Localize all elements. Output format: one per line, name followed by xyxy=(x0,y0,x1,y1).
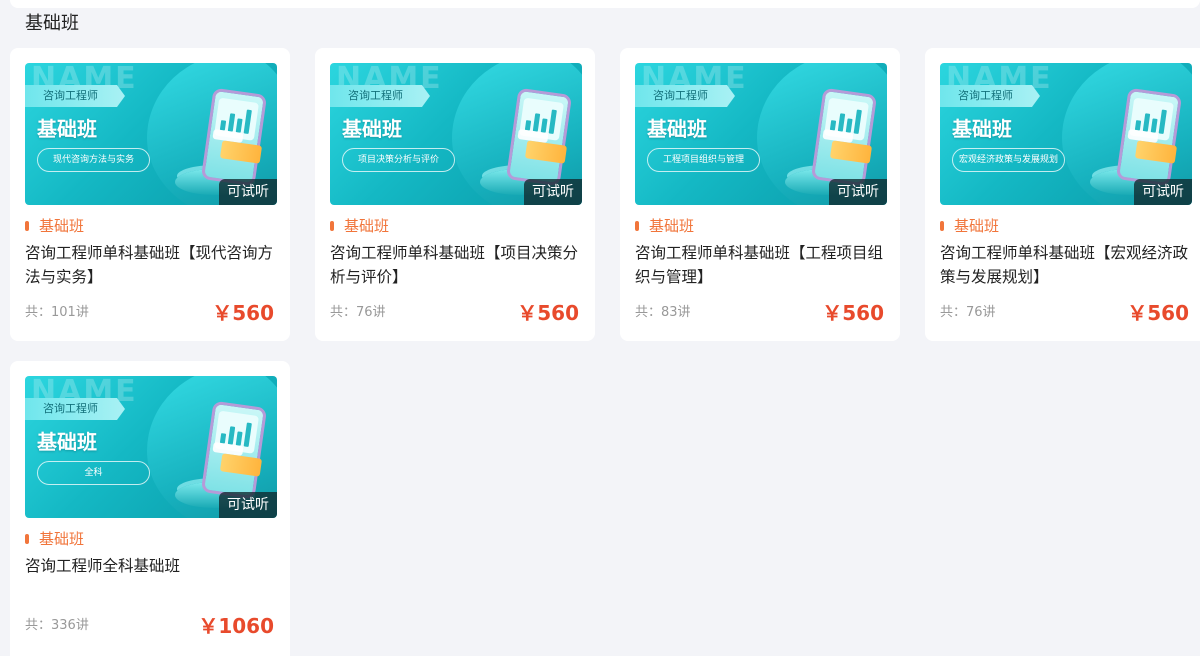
illustration-bar xyxy=(540,118,548,133)
illustration-bar xyxy=(837,113,846,132)
illustration-bar xyxy=(1150,118,1158,133)
thumbnail-ribbon: 咨询工程师 xyxy=(25,85,125,107)
lesson-count: 共：76讲 xyxy=(330,305,386,320)
lesson-count: 共：83讲 xyxy=(635,305,691,320)
thumbnail-subject-pill: 工程项目组织与管理 xyxy=(647,148,760,172)
thumbnail-heading: 基础班 xyxy=(37,117,97,141)
course-price: ￥560 xyxy=(517,301,579,325)
course-category-tag: 基础班 xyxy=(25,216,84,236)
course-price: ￥560 xyxy=(212,301,274,325)
tag-label: 基础班 xyxy=(39,217,85,235)
course-title[interactable]: 咨询工程师单科基础班【工程项目组织与管理】 xyxy=(635,241,891,289)
course-category-tag: 基础班 xyxy=(940,216,999,236)
thumbnail-ribbon: 咨询工程师 xyxy=(330,85,430,107)
course-thumbnail[interactable]: NAME 咨询工程师 基础班 项目决策分析与评价 可试听 xyxy=(330,63,582,205)
course-thumbnail[interactable]: NAME 咨询工程师 基础班 宏观经济政策与发展规划 可试听 xyxy=(940,63,1192,205)
course-thumbnail[interactable]: NAME 咨询工程师 基础班 全科 可试听 xyxy=(25,376,277,518)
tag-label: 基础班 xyxy=(344,217,390,235)
course-card[interactable]: NAME 咨询工程师 基础班 项目决策分析与评价 可试听 基础班 咨询工程师单科… xyxy=(315,48,595,341)
course-card[interactable]: NAME 咨询工程师 基础班 全科 可试听 基础班 咨询工程师全科基础班 共：3… xyxy=(10,361,290,656)
section-title: 基础班 xyxy=(25,13,79,34)
course-category-tag: 基础班 xyxy=(635,216,694,236)
tag-label: 基础班 xyxy=(954,217,1000,235)
thumbnail-heading: 基础班 xyxy=(952,117,1012,141)
course-title[interactable]: 咨询工程师单科基础班【项目决策分析与评价】 xyxy=(330,241,586,289)
lesson-count: 共：101讲 xyxy=(25,305,89,320)
illustration-bar xyxy=(235,431,243,446)
top-panel-edge xyxy=(10,0,1200,8)
tag-dot xyxy=(635,221,639,231)
illustration-bar xyxy=(243,109,252,134)
trial-badge: 可试听 xyxy=(524,179,582,205)
thumbnail-ribbon: 咨询工程师 xyxy=(25,398,125,420)
tag-dot xyxy=(330,221,334,231)
course-thumbnail[interactable]: NAME 咨询工程师 基础班 工程项目组织与管理 可试听 xyxy=(635,63,887,205)
thumbnail-subject-pill: 全科 xyxy=(37,461,150,485)
thumbnail-heading: 基础班 xyxy=(342,117,402,141)
course-card[interactable]: NAME 咨询工程师 基础班 现代咨询方法与实务 可试听 基础班 咨询工程师单科… xyxy=(10,48,290,341)
course-category-tag: 基础班 xyxy=(25,529,84,549)
tag-label: 基础班 xyxy=(649,217,695,235)
course-category-tag: 基础班 xyxy=(330,216,389,236)
illustration-bar xyxy=(853,109,862,134)
illustration-bar xyxy=(532,113,541,132)
illustration-bar xyxy=(548,109,557,134)
lesson-count: 共：336讲 xyxy=(25,618,89,633)
trial-badge: 可试听 xyxy=(829,179,887,205)
course-title[interactable]: 咨询工程师单科基础班【现代咨询方法与实务】 xyxy=(25,241,281,289)
thumbnail-heading: 基础班 xyxy=(647,117,707,141)
course-thumbnail[interactable]: NAME 咨询工程师 基础班 现代咨询方法与实务 可试听 xyxy=(25,63,277,205)
illustration-bar xyxy=(1158,109,1167,134)
course-title[interactable]: 咨询工程师单科基础班【宏观经济政策与发展规划】 xyxy=(940,241,1196,289)
trial-badge: 可试听 xyxy=(219,179,277,205)
thumbnail-ribbon: 咨询工程师 xyxy=(635,85,735,107)
tag-dot xyxy=(940,221,944,231)
thumbnail-heading: 基础班 xyxy=(37,430,97,454)
thumbnail-subject-pill: 现代咨询方法与实务 xyxy=(37,148,150,172)
tag-label: 基础班 xyxy=(39,530,85,548)
illustration-bar xyxy=(845,118,853,133)
course-price: ￥1060 xyxy=(198,614,274,638)
illustration-bar xyxy=(227,426,236,445)
trial-badge: 可试听 xyxy=(1134,179,1192,205)
illustration-bar xyxy=(227,113,236,132)
course-card[interactable]: NAME 咨询工程师 基础班 宏观经济政策与发展规划 可试听 基础班 咨询工程师… xyxy=(925,48,1200,341)
course-card[interactable]: NAME 咨询工程师 基础班 工程项目组织与管理 可试听 基础班 咨询工程师单科… xyxy=(620,48,900,341)
trial-badge: 可试听 xyxy=(219,492,277,518)
tag-dot xyxy=(25,534,29,544)
course-price: ￥560 xyxy=(1127,301,1189,325)
course-title[interactable]: 咨询工程师全科基础班 xyxy=(25,554,281,578)
thumbnail-subject-pill: 宏观经济政策与发展规划 xyxy=(952,148,1065,172)
thumbnail-ribbon: 咨询工程师 xyxy=(940,85,1040,107)
thumbnail-subject-pill: 项目决策分析与评价 xyxy=(342,148,455,172)
illustration-bar xyxy=(235,118,243,133)
course-price: ￥560 xyxy=(822,301,884,325)
illustration-bar xyxy=(243,422,252,447)
illustration-bar xyxy=(1142,113,1151,132)
lesson-count: 共：76讲 xyxy=(940,305,996,320)
tag-dot xyxy=(25,221,29,231)
